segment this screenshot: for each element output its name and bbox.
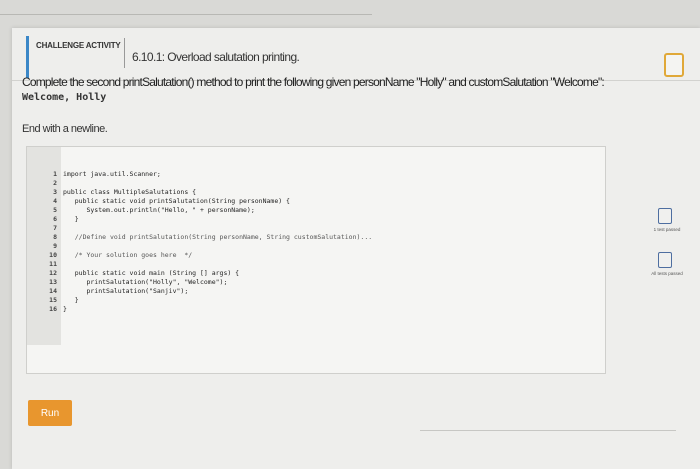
code-text[interactable]: /* Your solution goes here */ <box>63 251 192 259</box>
completion-status-icon <box>664 53 684 77</box>
challenge-activity-label: CHALLENGE ACTIVITY <box>36 41 121 50</box>
line-number: 12 <box>49 269 57 277</box>
code-text[interactable]: public static void printSalutation(Strin… <box>63 197 290 205</box>
line-number: 3 <box>53 188 57 196</box>
code-line[interactable]: 7 <box>41 224 372 233</box>
code-line[interactable]: 15 } <box>41 296 372 305</box>
line-number: 5 <box>53 206 57 214</box>
line-number: 7 <box>53 224 57 232</box>
code-line[interactable]: 9 <box>41 242 372 251</box>
accent-bar <box>26 36 29 78</box>
line-number: 9 <box>53 242 57 250</box>
code-text[interactable]: public class MultipleSalutations { <box>63 188 196 196</box>
test-1-label: 1 test passed <box>653 227 681 232</box>
end-note: End with a newline. <box>22 123 108 135</box>
code-text[interactable]: } <box>63 215 79 223</box>
line-number: 10 <box>49 251 57 259</box>
code-line[interactable]: 11 <box>41 260 372 269</box>
code-text[interactable]: import java.util.Scanner; <box>63 170 161 178</box>
top-divider <box>0 14 372 15</box>
code-text[interactable]: } <box>63 305 67 313</box>
code-text[interactable]: public static void main (String [] args)… <box>63 269 239 277</box>
code-text[interactable]: printSalutation("Sanjiv"); <box>63 287 188 295</box>
test-1-status-icon[interactable] <box>658 208 672 224</box>
progress-line <box>420 430 676 431</box>
code-line[interactable]: 6 } <box>41 215 372 224</box>
code-line[interactable]: 10 /* Your solution goes here */ <box>41 251 372 260</box>
line-number: 16 <box>49 305 57 313</box>
code-line[interactable]: 4 public static void printSalutation(Str… <box>41 197 372 206</box>
activity-title: 6.10.1: Overload salutation printing. <box>132 50 300 64</box>
code-line[interactable]: 1 import java.util.Scanner; <box>41 170 372 179</box>
code-line[interactable]: 13 printSalutation("Holly", "Welcome"); <box>41 278 372 287</box>
code-text[interactable]: printSalutation("Holly", "Welcome"); <box>63 278 227 286</box>
code-line[interactable]: 2 <box>41 179 372 188</box>
code-line[interactable]: 3 public class MultipleSalutations { <box>41 188 372 197</box>
code-text[interactable]: //Define void printSalutation(String per… <box>63 233 372 241</box>
header-divider <box>124 38 125 68</box>
card-header: CHALLENGE ACTIVITY 6.10.1: Overload salu… <box>12 28 700 81</box>
test-all-label: All tests passed <box>651 271 683 276</box>
line-number: 1 <box>53 170 57 178</box>
instruction-text: Complete the second printSalutation() me… <box>22 75 605 89</box>
sample-output: Welcome, Holly <box>22 92 107 103</box>
line-number: 4 <box>53 197 57 205</box>
code-line[interactable]: 14 printSalutation("Sanjiv"); <box>41 287 372 296</box>
code-editor[interactable]: 1 import java.util.Scanner; 2 3 public class… <box>26 146 606 374</box>
code-line[interactable]: 8 //Define void printSalutation(String p… <box>41 233 372 242</box>
line-number: 2 <box>53 179 57 187</box>
code-area[interactable]: 1 import java.util.Scanner; 2 3 public class… <box>41 170 372 314</box>
line-number: 11 <box>49 260 57 268</box>
code-line[interactable]: 16} <box>41 305 372 314</box>
code-text[interactable]: } <box>63 296 79 304</box>
code-line[interactable]: 5 System.out.println("Hello, " + personN… <box>41 206 372 215</box>
code-line[interactable]: 12 public static void main (String [] ar… <box>41 269 372 278</box>
line-number: 6 <box>53 215 57 223</box>
test-all-status-icon[interactable] <box>658 252 672 268</box>
line-number: 15 <box>49 296 57 304</box>
line-number: 13 <box>49 278 57 286</box>
code-text[interactable]: System.out.println("Hello, " + personNam… <box>63 206 254 214</box>
line-number: 8 <box>53 233 57 241</box>
run-button[interactable]: Run <box>28 400 72 426</box>
line-number: 14 <box>49 287 57 295</box>
